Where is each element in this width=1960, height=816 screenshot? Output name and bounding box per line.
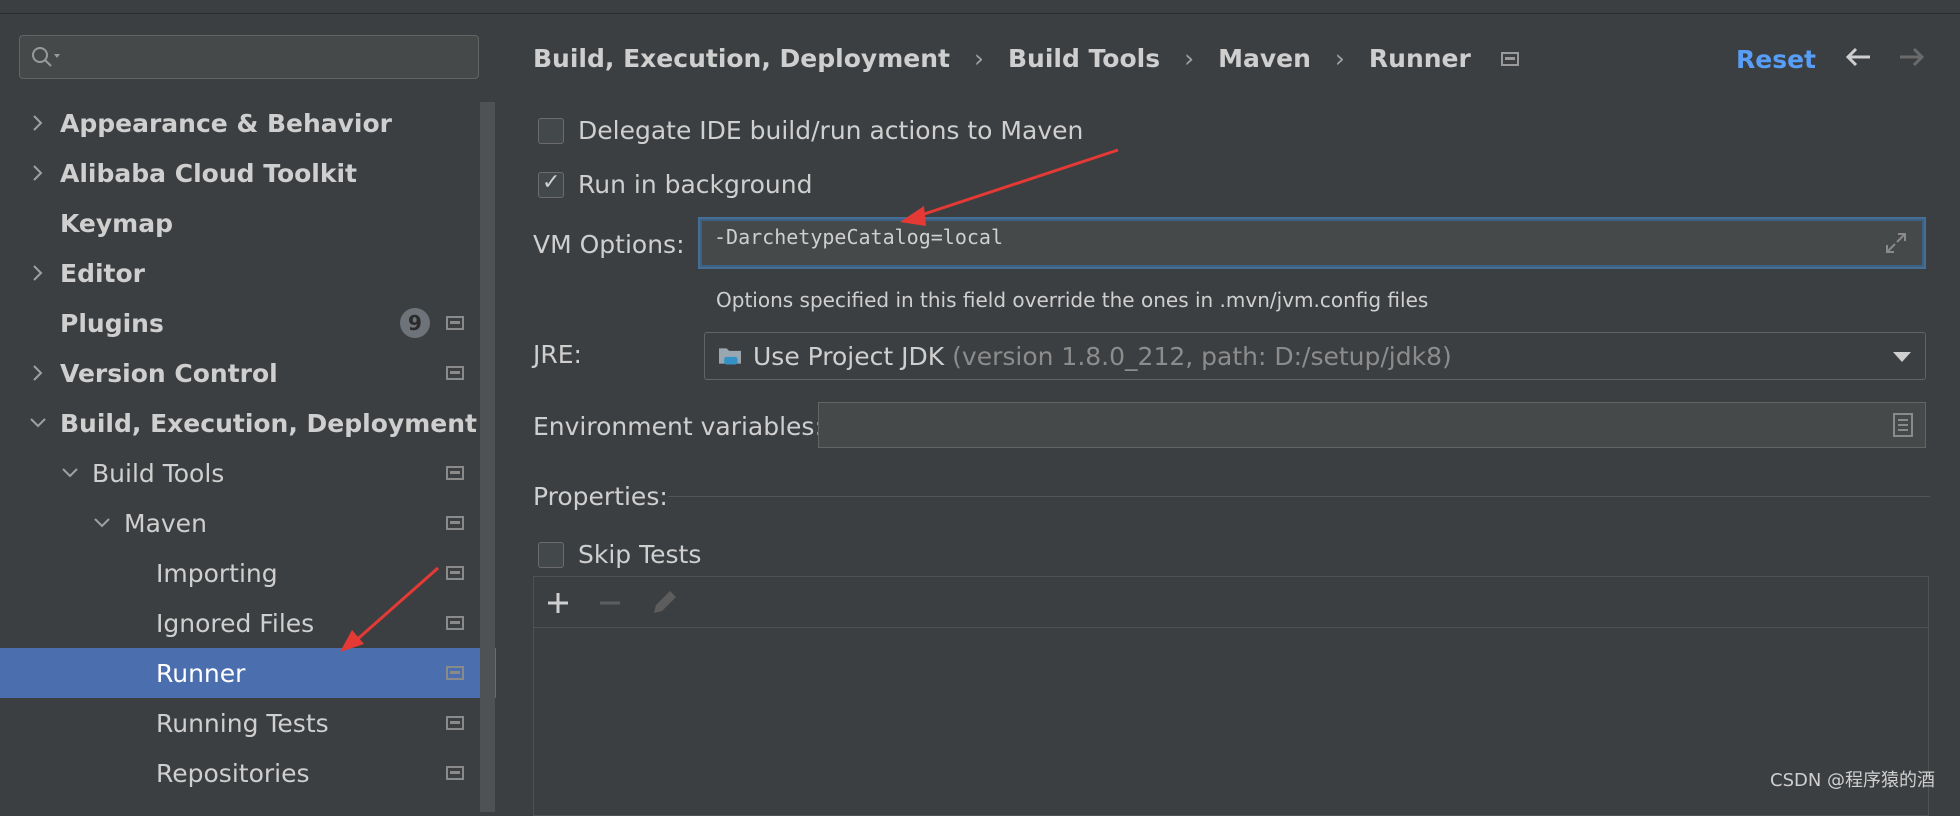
edit-icon[interactable] — [650, 585, 678, 619]
sidebar-item-importing[interactable]: Importing — [0, 548, 496, 598]
chevron-right-icon — [26, 261, 50, 285]
sidebar-item-plugins[interactable]: Plugins 9 — [0, 298, 496, 348]
sidebar-item-maven[interactable]: Maven — [0, 498, 496, 548]
sidebar-item-label: Version Control — [60, 358, 278, 388]
environment-variables-label: Environment variables: — [533, 412, 823, 441]
chevron-right-icon — [26, 161, 50, 185]
jdk-folder-icon — [719, 348, 741, 365]
project-level-icon — [446, 516, 464, 530]
sidebar-item-editor[interactable]: Editor — [0, 248, 496, 298]
chevron-right-icon: › — [973, 44, 984, 73]
sidebar-item-label: Keymap — [60, 208, 174, 238]
environment-variables-field[interactable] — [818, 402, 1926, 448]
sidebar-item-label: Repositories — [156, 758, 310, 788]
run-in-background-checkbox[interactable] — [538, 170, 564, 198]
properties-label: Properties: — [533, 482, 668, 511]
sidebar-item-label: Ignored Files — [156, 608, 315, 638]
properties-toolbar — [534, 577, 1928, 628]
search-icon — [32, 47, 60, 67]
project-level-icon — [446, 466, 464, 480]
chevron-down-icon — [26, 411, 50, 435]
properties-separator — [668, 496, 1930, 497]
window-top-bar — [0, 0, 1960, 14]
delegate-checkbox-row[interactable]: Delegate IDE build/run actions to Maven — [538, 116, 1083, 145]
chevron-down-icon — [58, 461, 82, 485]
watermark: CSDN @程序猿的酒 — [1770, 770, 1936, 791]
project-level-icon — [446, 766, 464, 780]
project-level-icon — [446, 666, 464, 680]
skip-tests-checkbox[interactable] — [538, 541, 564, 568]
sidebar-item-label: Build, Execution, Deployment — [60, 408, 477, 438]
run-in-background-row[interactable]: Run in background — [538, 170, 813, 199]
project-level-icon — [446, 316, 464, 330]
vm-options-input[interactable]: -DarchetypeCatalog=local — [700, 219, 1924, 267]
sidebar-item-label: Build Tools — [92, 458, 225, 488]
sidebar-scrollbar[interactable] — [480, 102, 495, 812]
sidebar-item-build-execution-deployment[interactable]: Build, Execution, Deployment — [0, 398, 496, 448]
jre-label: JRE: — [533, 340, 582, 369]
project-level-icon — [1500, 51, 1519, 66]
breadcrumb-item[interactable]: Maven — [1218, 44, 1311, 73]
chevron-right-icon: › — [1184, 44, 1195, 73]
sidebar-item-appearance[interactable]: Appearance & Behavior — [0, 98, 496, 148]
run-in-background-label: Run in background — [578, 170, 813, 199]
sidebar-item-ignored-files[interactable]: Ignored Files — [0, 598, 496, 648]
delegate-label: Delegate IDE build/run actions to Maven — [578, 116, 1084, 145]
breadcrumb-item[interactable]: Build Tools — [1008, 44, 1160, 73]
breadcrumb-item: Runner — [1368, 44, 1471, 73]
project-level-icon — [446, 366, 464, 380]
sidebar-item-label: Alibaba Cloud Toolkit — [60, 158, 358, 188]
expand-icon[interactable] — [1884, 231, 1908, 255]
sidebar-item-alibaba-cloud-toolkit[interactable]: Alibaba Cloud Toolkit — [0, 148, 496, 198]
breadcrumb-item[interactable]: Build, Execution, Deployment — [533, 44, 950, 73]
skip-tests-row[interactable]: Skip Tests — [538, 540, 701, 569]
jre-select[interactable]: Use Project JDK (version 1.8.0_212, path… — [704, 332, 1926, 380]
search-input[interactable] — [19, 35, 479, 79]
arrow-right-icon[interactable] — [1898, 42, 1926, 77]
vm-options-label: VM Options: — [533, 230, 685, 259]
dropdown-arrow-icon — [1893, 352, 1911, 362]
settings-content: Build, Execution, Deployment › Build Too… — [496, 14, 1960, 816]
sidebar-item-label: Runner — [156, 658, 246, 688]
project-level-icon — [446, 616, 464, 630]
jre-value: Use Project JDK — [753, 341, 945, 371]
sidebar-item-build-tools[interactable]: Build Tools — [0, 448, 496, 498]
sidebar-item-label: Editor — [60, 258, 145, 288]
sidebar-item-label: Appearance & Behavior — [60, 108, 392, 138]
chevron-down-icon — [90, 511, 114, 535]
project-level-icon — [446, 566, 464, 580]
add-icon[interactable] — [546, 585, 570, 619]
settings-sidebar: Appearance & Behavior Alibaba Cloud Tool… — [0, 14, 496, 812]
sidebar-item-running-tests[interactable]: Running Tests — [0, 698, 496, 748]
skip-tests-label: Skip Tests — [578, 540, 702, 569]
breadcrumb: Build, Execution, Deployment › Build Too… — [533, 44, 1519, 73]
reset-link[interactable]: Reset — [1736, 45, 1816, 74]
remove-icon[interactable] — [598, 585, 622, 619]
sidebar-item-label: Running Tests — [156, 708, 329, 738]
chevron-right-icon — [26, 111, 50, 135]
sidebar-item-label: Maven — [124, 508, 207, 538]
project-level-icon — [446, 716, 464, 730]
sidebar-item-label: Importing — [156, 558, 278, 588]
sidebar-item-version-control[interactable]: Version Control — [0, 348, 496, 398]
vm-options-value: -DarchetypeCatalog=local — [714, 225, 1003, 249]
vm-options-hint: Options specified in this field override… — [716, 288, 1429, 312]
plugins-update-badge: 9 — [400, 308, 430, 338]
sidebar-item-keymap[interactable]: Keymap — [0, 198, 496, 248]
delegate-checkbox[interactable] — [538, 117, 564, 144]
sidebar-item-runner[interactable]: Runner — [0, 648, 496, 698]
sidebar-item-label: Plugins — [60, 308, 164, 338]
chevron-right-icon — [26, 361, 50, 385]
browse-list-icon[interactable] — [1893, 413, 1913, 437]
arrow-left-icon[interactable] — [1844, 42, 1872, 77]
chevron-right-icon: › — [1334, 44, 1345, 73]
properties-table — [533, 576, 1929, 816]
sidebar-item-repositories[interactable]: Repositories — [0, 748, 496, 798]
jre-detail: (version 1.8.0_212, path: D:/setup/jdk8) — [952, 341, 1452, 371]
